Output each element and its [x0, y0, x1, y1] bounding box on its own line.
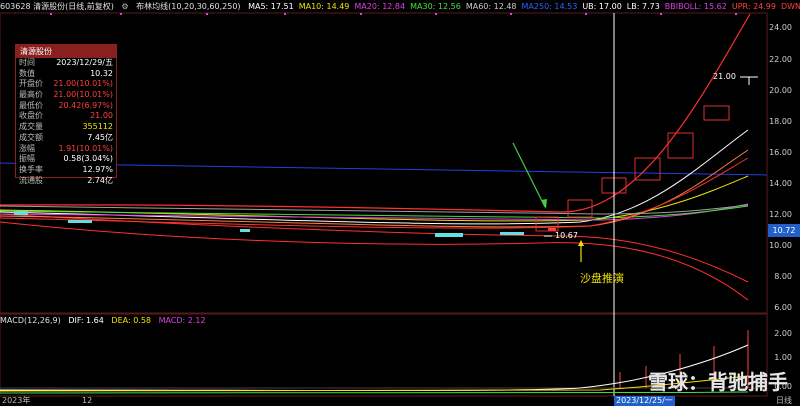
- info-row: 收盘价 21.00: [16, 111, 116, 122]
- indicator-bar: 603628 清源股份(日线,前复权) ⚙ 布林均线(10,20,30,60,2…: [0, 0, 800, 13]
- info-row-value: 21.00(10.01%): [53, 90, 113, 100]
- indicator-value: UB: 17.00: [582, 2, 622, 11]
- sandbox-note: 沙盘推演: [580, 272, 624, 285]
- macd-value: MACD: 2.12: [158, 316, 206, 325]
- info-row-value: 2.74亿: [87, 175, 113, 185]
- info-row-key: 流通股: [19, 175, 43, 185]
- info-row-key: 涨幅: [19, 143, 35, 153]
- info-panel-title: 清源股份: [16, 45, 116, 58]
- green-arrow-shaft: [512, 142, 546, 208]
- info-row-key: 成交额: [19, 132, 43, 142]
- period-label[interactable]: 日线: [776, 396, 792, 406]
- macd-tick: 1.00: [774, 353, 792, 362]
- info-row: 成交额 7.45亿: [16, 133, 116, 144]
- macd-dea-line: [0, 375, 749, 392]
- macd-dif-line: [0, 344, 749, 391]
- macd-dea: DEA: 0.58: [111, 316, 152, 325]
- month-label: 12: [82, 396, 93, 405]
- cursor-date-label: 2023/12/25/一: [614, 396, 675, 406]
- green-arrow-head: [541, 199, 547, 209]
- price-tick: 10.00: [769, 241, 792, 250]
- price-1067-label: 10.67: [555, 231, 578, 240]
- info-row-value: 10.32: [90, 68, 113, 78]
- watermark: 雪球：背驰捕手: [648, 370, 788, 394]
- info-row-value: 21.00: [90, 111, 113, 121]
- settings-icon[interactable]: ⚙: [121, 2, 128, 11]
- indicator-values: MA5: 17.51 MA10: 14.49 MA20: 12.84 MA30: 12…: [248, 2, 800, 11]
- info-row: 流通股 2.74亿: [16, 176, 116, 187]
- info-row-value: 12.97%: [82, 164, 113, 174]
- info-row-key: 开盘价: [19, 79, 43, 89]
- indicator-value: MA30: 12.56: [410, 2, 461, 11]
- lower-band-line: [0, 221, 749, 301]
- lower-band-line-2: [0, 213, 749, 283]
- info-rows: 时间 2023/12/29/五 数值 10.32 开盘价 21.00(10.01%) 最高价…: [16, 58, 116, 186]
- price-tick: 8.00: [774, 272, 792, 281]
- info-row-key: 时间: [19, 58, 35, 67]
- price-tick: 20.00: [769, 86, 792, 95]
- price-tick: 24.00: [769, 23, 792, 32]
- macd-low-line: [0, 391, 749, 394]
- info-row: 开盘价 21.00(10.01%): [16, 79, 116, 90]
- indicator-value: MA250: 14.53: [521, 2, 578, 11]
- info-row-key: 振幅: [19, 154, 35, 164]
- info-row-key: 数值: [19, 68, 35, 78]
- info-row-value: 355112: [82, 122, 113, 132]
- info-row-key: 最低价: [19, 100, 43, 110]
- info-row: 最高价 21.00(10.01%): [16, 90, 116, 101]
- year-label: 2023年: [2, 396, 31, 405]
- indicator-value: LB: 7.73: [626, 2, 660, 11]
- info-row-key: 成交量: [19, 122, 43, 132]
- info-row-key: 换手率: [19, 164, 43, 174]
- info-row-key: 最高价: [19, 90, 43, 100]
- bollinger-label[interactable]: 布林均线(10,20,30,60,250): [136, 2, 240, 11]
- indicator-value: UPR: 24.99: [731, 2, 776, 11]
- price-tick: 22.00: [769, 55, 792, 64]
- info-row: 涨幅 1.91(10.01%): [16, 144, 116, 155]
- indicator-value: BBIBOLL: 15.62: [664, 2, 727, 11]
- indicator-value: MA5: 17.51: [248, 2, 294, 11]
- quote-info-panel: 清源股份 时间 2023/12/29/五数值 10.32 开盘价 21.00(10.01…: [15, 44, 117, 185]
- time-axis: 2023年 12 2023/12/25/一 日线: [0, 396, 800, 406]
- info-row: 振幅 0.58(3.04%): [16, 154, 116, 165]
- price-tick: 16.00: [769, 148, 792, 157]
- price-tick: 6.00: [774, 303, 792, 312]
- stock-title[interactable]: 603628 清源股份(日线,前复权): [0, 2, 114, 11]
- info-row: 换手率 12.97%: [16, 165, 116, 176]
- info-row-value: 2023/12/29/五: [56, 58, 113, 67]
- price-tick: 14.00: [769, 179, 792, 188]
- info-row: 成交量 355112: [16, 122, 116, 133]
- indicator-value: MA20: 12.84: [354, 2, 406, 11]
- current-price-tag: 10.72: [768, 224, 800, 237]
- info-row-value: 7.45亿: [87, 132, 113, 142]
- indicator-value: MA10: 14.49: [298, 2, 350, 11]
- info-row-value: 21.00(10.01%): [53, 79, 113, 89]
- price-21-label: 21.00: [713, 72, 736, 81]
- info-row-value: 1.91(10.01%): [58, 143, 113, 153]
- macd-tick: 2.00: [774, 329, 792, 338]
- macd-label[interactable]: MACD(12,26,9): [0, 316, 61, 325]
- indicator-value: DWN: 6.26: [780, 2, 800, 11]
- info-row-value: 0.58(3.04%): [63, 154, 113, 164]
- info-row-key: 收盘价: [19, 111, 43, 121]
- price-tick: 18.00: [769, 117, 792, 126]
- info-row: 最低价 20.42(6.97%): [16, 101, 116, 112]
- macd-dif: DIF: 1.64: [68, 316, 104, 325]
- indicator-value: MA60: 12.48: [465, 2, 517, 11]
- info-row: 时间 2023/12/29/五: [16, 58, 116, 69]
- chart-canvas[interactable]: [0, 0, 800, 406]
- info-row-value: 20.42(6.97%): [58, 100, 113, 110]
- info-row: 数值 10.32: [16, 69, 116, 80]
- macd-header: MACD(12,26,9) DIF: 1.64 DEA: 0.58 MACD: …: [0, 316, 211, 325]
- price-tick: 12.00: [769, 210, 792, 219]
